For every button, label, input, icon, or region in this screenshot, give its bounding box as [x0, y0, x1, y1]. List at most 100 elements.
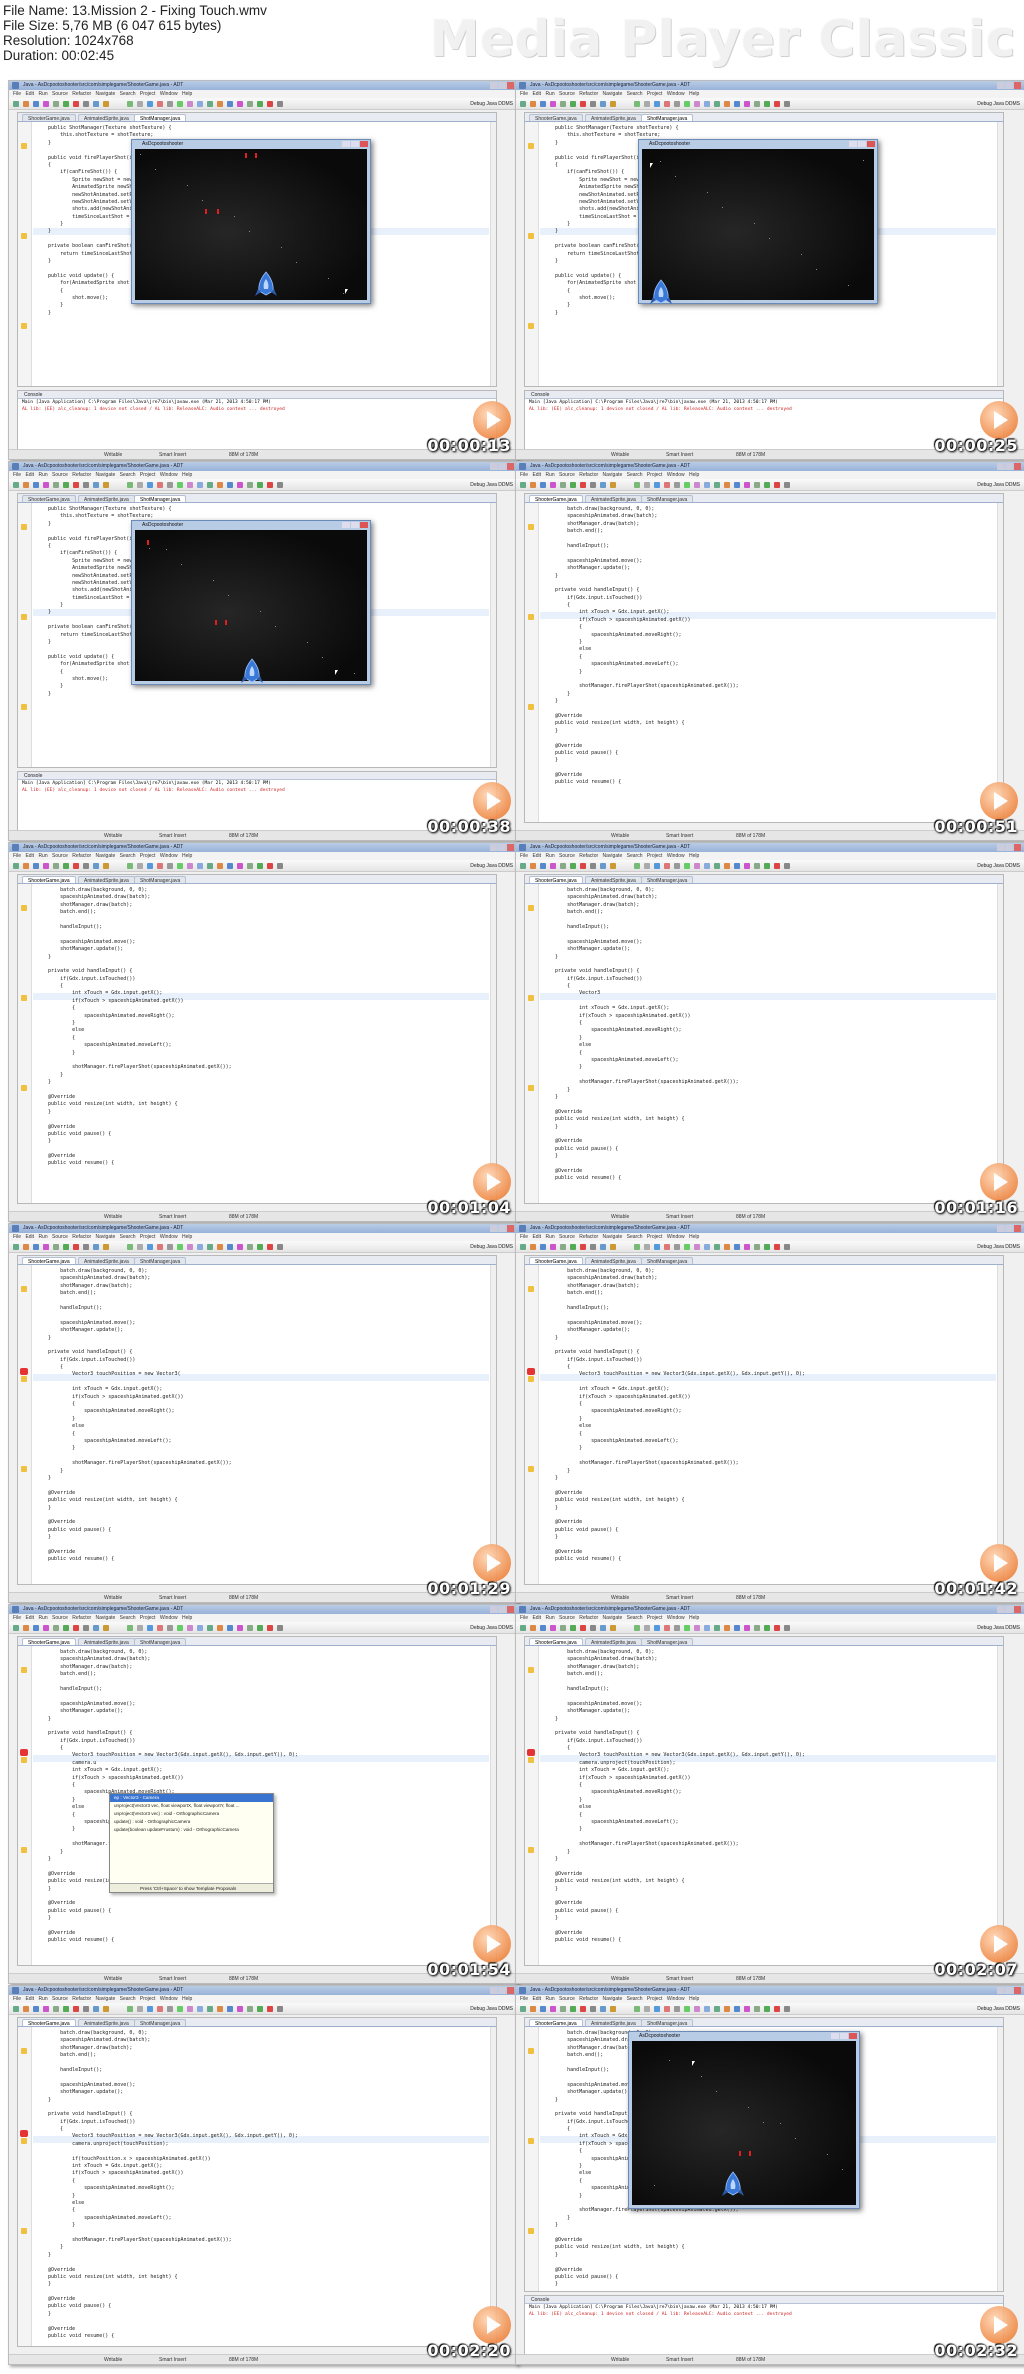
toolbar-button-icon[interactable]	[714, 482, 720, 488]
toolbar-button-icon[interactable]	[157, 1625, 163, 1631]
editor-tab[interactable]: ShotManager.java	[641, 114, 694, 121]
toolbar-button-icon[interactable]	[530, 2006, 536, 2012]
toolbar-button-icon[interactable]	[634, 1244, 640, 1250]
toolbar-button-icon[interactable]	[674, 1625, 680, 1631]
toolbar-button-icon[interactable]	[580, 1244, 586, 1250]
window-controls-icon[interactable]	[997, 1606, 1021, 1613]
toolbar-button-icon[interactable]	[207, 1625, 213, 1631]
warning-marker-icon[interactable]	[528, 995, 534, 1001]
toolbar-button-icon[interactable]	[127, 863, 133, 869]
ide-menu-bar[interactable]: File Edit Run Source Refactor Navigate S…	[516, 471, 1024, 479]
toolbar-button-icon[interactable]	[560, 863, 566, 869]
toolbar-button-icon[interactable]	[714, 1244, 720, 1250]
toolbar-button-icon[interactable]	[127, 101, 133, 107]
toolbar-button-icon[interactable]	[83, 1244, 89, 1250]
ide-menu-bar[interactable]: File Edit Run Source Refactor Navigate S…	[9, 90, 517, 98]
ide-menu-bar[interactable]: File Edit Run Source Refactor Navigate S…	[516, 1614, 1024, 1622]
editor-scrollbar[interactable]	[490, 1265, 496, 1584]
toolbar-button-icon[interactable]	[764, 1244, 770, 1250]
toolbar-button-icon[interactable]	[634, 1625, 640, 1631]
completion-item[interactable]: update() : void - OrthographicCamera	[110, 1818, 273, 1826]
toolbar-button-icon[interactable]	[53, 101, 59, 107]
toolbar-button-icon[interactable]	[23, 1625, 29, 1631]
editor-tab[interactable]: ShotManager.java	[641, 495, 694, 502]
toolbar-button-icon[interactable]	[267, 482, 273, 488]
toolbar-button-icon[interactable]	[570, 101, 576, 107]
editor-tab[interactable]: ShotManager.java	[641, 876, 694, 883]
toolbar-button-icon[interactable]	[63, 863, 69, 869]
toolbar-button-icon[interactable]	[530, 101, 536, 107]
perspective-switcher[interactable]: Debug Java DDMS	[977, 100, 1020, 108]
toolbar-button-icon[interactable]	[550, 482, 556, 488]
toolbar-button-icon[interactable]	[634, 863, 640, 869]
toolbar-button-icon[interactable]	[63, 1244, 69, 1250]
toolbar-button-icon[interactable]	[754, 482, 760, 488]
toolbar-button-icon[interactable]	[277, 101, 283, 107]
perspective-switcher[interactable]: Debug Java DDMS	[470, 2005, 513, 2013]
toolbar-button-icon[interactable]	[610, 863, 616, 869]
toolbar-button-icon[interactable]	[257, 863, 263, 869]
toolbar-button-icon[interactable]	[530, 1625, 536, 1631]
toolbar-button-icon[interactable]	[237, 2006, 243, 2012]
warning-marker-icon[interactable]	[21, 1847, 27, 1853]
toolbar-button-icon[interactable]	[207, 2006, 213, 2012]
toolbar-button-icon[interactable]	[157, 863, 163, 869]
toolbar-button-icon[interactable]	[764, 2006, 770, 2012]
toolbar-button-icon[interactable]	[177, 1244, 183, 1250]
toolbar-button-icon[interactable]	[550, 1244, 556, 1250]
toolbar-button-icon[interactable]	[744, 2006, 750, 2012]
toolbar-button-icon[interactable]	[674, 101, 680, 107]
toolbar-button-icon[interactable]	[664, 1625, 670, 1631]
toolbar-button-icon[interactable]	[227, 101, 233, 107]
toolbar-button-icon[interactable]	[137, 101, 143, 107]
toolbar-button-icon[interactable]	[784, 101, 790, 107]
ide-menu-bar[interactable]: File Edit Run Source Refactor Navigate S…	[516, 1995, 1024, 2003]
toolbar-button-icon[interactable]	[93, 863, 99, 869]
toolbar-button-icon[interactable]	[137, 863, 143, 869]
toolbar-button-icon[interactable]	[694, 101, 700, 107]
toolbar-button-icon[interactable]	[23, 863, 29, 869]
toolbar-button-icon[interactable]	[33, 101, 39, 107]
editor-tab[interactable]: AnimatedSprite.java	[78, 114, 135, 121]
toolbar-button-icon[interactable]	[167, 1625, 173, 1631]
toolbar-button-icon[interactable]	[644, 1244, 650, 1250]
toolbar-button-icon[interactable]	[520, 101, 526, 107]
play-icon[interactable]	[473, 2306, 511, 2344]
toolbar-button-icon[interactable]	[13, 863, 19, 869]
toolbar-button-icon[interactable]	[684, 2006, 690, 2012]
editor-tab[interactable]: ShooterGame.java	[529, 1257, 583, 1264]
toolbar-button-icon[interactable]	[644, 2006, 650, 2012]
toolbar-button-icon[interactable]	[600, 482, 606, 488]
toolbar-button-icon[interactable]	[237, 482, 243, 488]
error-marker-icon[interactable]	[20, 2130, 28, 2137]
thumbnail-frame[interactable]: Java - AsDcpootoshooter/src/com/simplega…	[515, 1223, 1024, 1603]
toolbar-button-icon[interactable]	[520, 863, 526, 869]
editor-tab[interactable]: ShooterGame.java	[529, 2019, 583, 2026]
toolbar-button-icon[interactable]	[197, 1625, 203, 1631]
toolbar-button-icon[interactable]	[550, 101, 556, 107]
toolbar-button-icon[interactable]	[684, 1625, 690, 1631]
play-icon[interactable]	[473, 782, 511, 820]
toolbar-button-icon[interactable]	[53, 482, 59, 488]
toolbar-button-icon[interactable]	[93, 1625, 99, 1631]
editor-tab[interactable]: ShotManager.java	[134, 876, 187, 883]
toolbar-button-icon[interactable]	[197, 1244, 203, 1250]
toolbar-button-icon[interactable]	[157, 482, 163, 488]
toolbar-button-icon[interactable]	[63, 1625, 69, 1631]
window-controls-icon[interactable]	[490, 1987, 514, 1994]
code-editor[interactable]: ShooterGame.java AnimatedSprite.java ShotM…	[524, 1255, 1004, 1585]
editor-tab[interactable]: ShooterGame.java	[529, 495, 583, 502]
warning-marker-icon[interactable]	[528, 233, 534, 239]
editor-tab[interactable]: AnimatedSprite.java	[585, 114, 642, 121]
editor-scrollbar[interactable]	[997, 1265, 1003, 1584]
toolbar-button-icon[interactable]	[734, 2006, 740, 2012]
toolbar-button-icon[interactable]	[744, 101, 750, 107]
play-icon[interactable]	[980, 1925, 1018, 1963]
toolbar-button-icon[interactable]	[600, 863, 606, 869]
editor-tab[interactable]: ShotManager.java	[641, 2019, 694, 2026]
toolbar-button-icon[interactable]	[257, 482, 263, 488]
warning-marker-icon[interactable]	[21, 1286, 27, 1292]
thumbnail-frame[interactable]: Java - AsDcpootoshooter/src/com/simplega…	[8, 1223, 518, 1603]
toolbar-button-icon[interactable]	[754, 2006, 760, 2012]
play-icon[interactable]	[473, 1163, 511, 1201]
